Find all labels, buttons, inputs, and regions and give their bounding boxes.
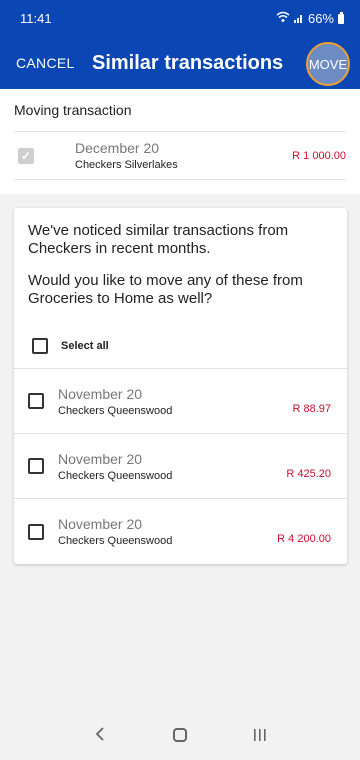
- system-nav-bar: [0, 712, 360, 760]
- transaction-checkbox[interactable]: [28, 393, 44, 409]
- moving-transaction-section: Moving transaction ✓ December 20 Checker…: [0, 89, 360, 194]
- battery-percent: 66%: [307, 11, 334, 26]
- section-label: Moving transaction: [14, 89, 346, 132]
- transaction-date: December 20: [75, 140, 160, 156]
- home-icon[interactable]: [165, 725, 195, 748]
- transaction-amount: R 4 200.00: [277, 533, 331, 545]
- transaction-amount: R 88.97: [292, 403, 331, 415]
- transaction-merchant: Checkers Queenswood: [58, 404, 173, 417]
- transaction-text: November 20 Checkers Queenswood: [58, 451, 172, 482]
- cancel-button[interactable]: CANCEL: [16, 55, 75, 71]
- select-all-label: Select all: [61, 340, 109, 352]
- page-title: Similar transactions: [92, 51, 284, 74]
- transaction-text: December 20 Checkers Silverlakes: [75, 140, 178, 171]
- transaction-row[interactable]: November 20 Checkers Queenswood R 88.97: [14, 369, 347, 434]
- moving-transaction-row: ✓ December 20 Checkers Silverlakes R 1 0…: [14, 132, 346, 180]
- transaction-checkbox[interactable]: [28, 523, 44, 540]
- transaction-row[interactable]: November 20 Checkers Queenswood R 425.20: [14, 434, 347, 499]
- recents-icon[interactable]: [245, 725, 275, 748]
- status-time: 11:41: [20, 11, 52, 26]
- select-all-row[interactable]: Select all: [14, 324, 347, 369]
- transaction-date: November 20: [58, 385, 143, 402]
- similar-transactions-card: We've noticed similar transactions from …: [14, 208, 347, 564]
- message-line: We've noticed similar transactions from …: [28, 222, 289, 257]
- transaction-text: November 20 Checkers Queenswood: [58, 516, 172, 547]
- transaction-merchant: Checkers Silverlakes: [75, 159, 178, 171]
- transaction-merchant: Checkers Queenswood: [58, 469, 173, 482]
- back-icon[interactable]: [85, 725, 115, 748]
- transaction-merchant: Checkers Queenswood: [58, 535, 173, 547]
- transaction-row[interactable]: November 20 Checkers Queenswood R 4 200.…: [14, 499, 347, 564]
- transaction-amount: R 425.20: [286, 468, 331, 480]
- transaction-date: November 20: [58, 450, 143, 467]
- signal-icon: [293, 11, 304, 26]
- transaction-amount: R 1 000.00: [292, 149, 346, 162]
- transaction-checkbox[interactable]: [28, 458, 44, 474]
- transaction-date: November 20: [58, 516, 143, 532]
- card-message: We've noticed similar transactions from …: [14, 208, 347, 308]
- status-bar: 11:41 66%: [0, 0, 360, 37]
- wifi-icon: [276, 11, 290, 26]
- select-all-checkbox[interactable]: [32, 338, 48, 354]
- message-line: Would you like to move any of these from…: [28, 272, 303, 307]
- transaction-text: November 20 Checkers Queenswood: [58, 386, 172, 417]
- app-bar: CANCEL Similar transactions MOVE: [0, 37, 360, 89]
- status-icons: 66%: [276, 11, 344, 26]
- checked-disabled-checkbox: ✓: [18, 147, 34, 164]
- battery-icon: [338, 11, 344, 24]
- move-button[interactable]: MOVE: [306, 42, 350, 86]
